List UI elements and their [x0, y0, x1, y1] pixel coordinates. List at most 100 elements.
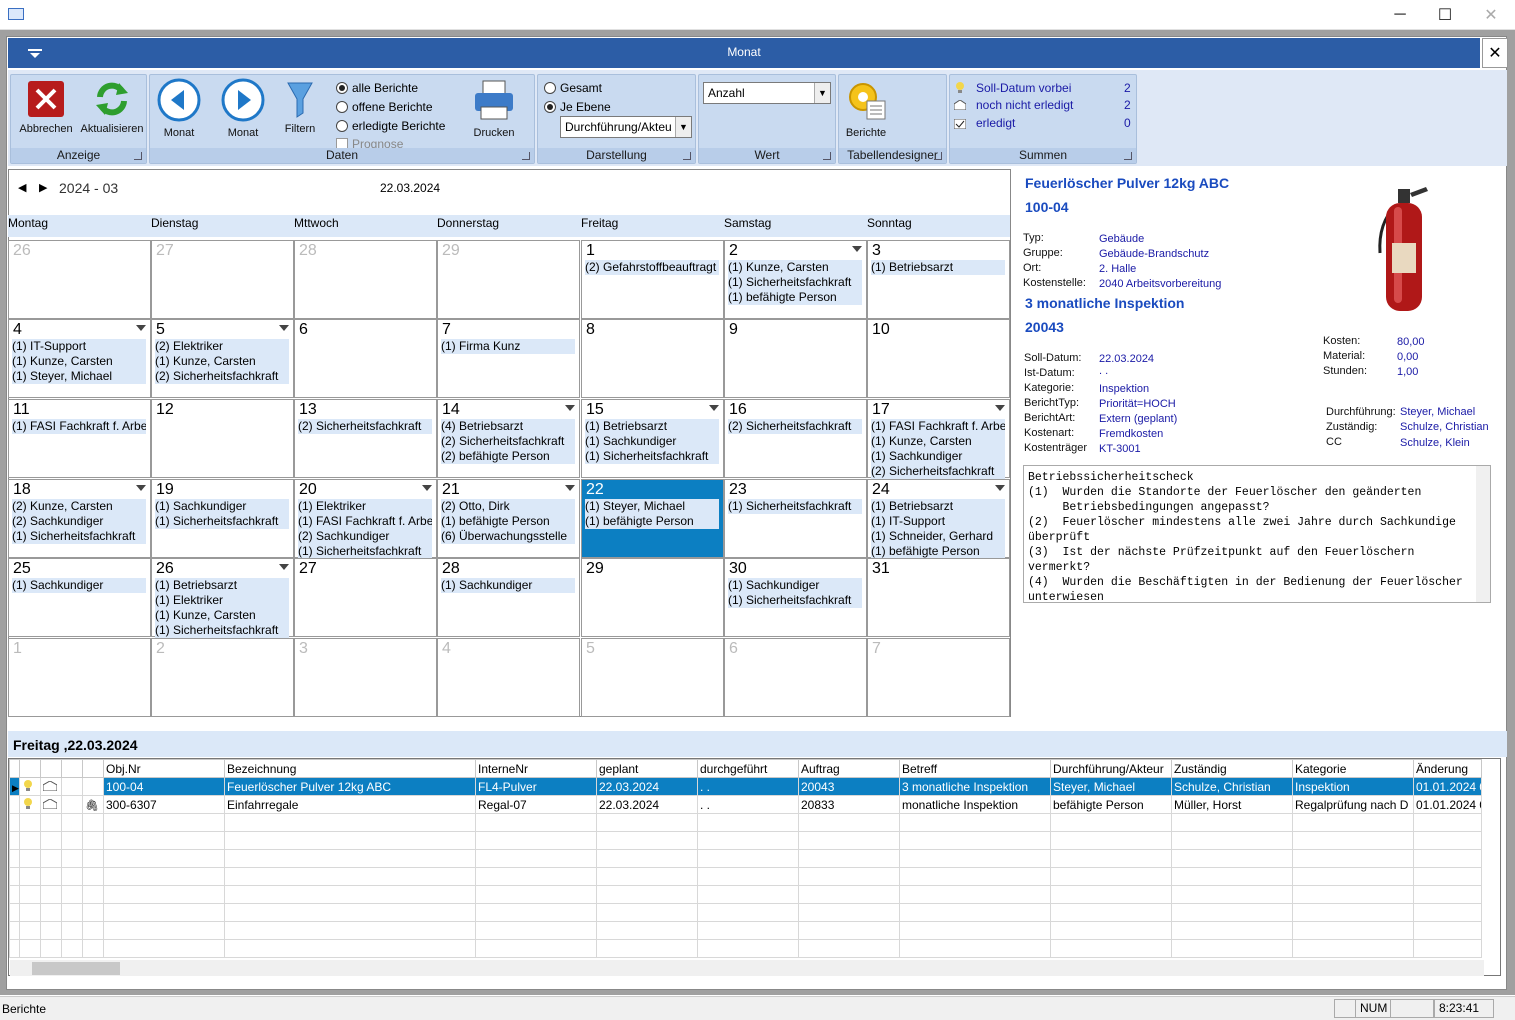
column-header[interactable]: Betreff [899, 759, 1051, 778]
chevron-down-icon[interactable] [422, 485, 432, 491]
table-row[interactable] [9, 813, 1482, 832]
dialog-launcher-icon[interactable] [934, 152, 942, 160]
refresh-button[interactable]: Aktualisieren [77, 79, 147, 135]
calendar-event[interactable]: (2) Sicherheitsfachkraft [871, 464, 1005, 479]
calendar-event[interactable]: (1) Kunze, Carsten [155, 608, 289, 623]
calendar-event[interactable]: (1) Steyer, Michael [585, 499, 719, 514]
chevron-down-icon[interactable] [279, 564, 289, 570]
calendar-event[interactable]: (2) Kunze, Carsten [12, 499, 146, 514]
calendar-event[interactable]: (1) Kunze, Carsten [728, 260, 862, 275]
column-header[interactable]: geplant [596, 759, 698, 778]
minimize-button[interactable]: ─ [1377, 0, 1423, 30]
calendar-event[interactable]: (1) Betriebsarzt [871, 260, 1005, 275]
calendar-day-cell[interactable]: 18 (2) Kunze, Carsten (2) Sachkundiger (1) … [8, 479, 151, 558]
dialog-launcher-icon[interactable] [522, 152, 530, 160]
calendar-event[interactable]: (1) Sicherheitsfachkraft [728, 275, 862, 290]
calendar-day-cell[interactable]: 15 (1) Betriebsarzt (1) Sachkundiger (1) Si… [581, 399, 724, 478]
calendar-day-cell[interactable]: 31 [867, 558, 1010, 637]
calendar-event[interactable]: (1) Firma Kunz [441, 339, 575, 354]
calendar-event[interactable]: (1) befähigte Person [585, 514, 719, 529]
calendar-event[interactable]: (2) Sachkundiger [12, 514, 146, 529]
calendar-event[interactable]: (2) Gefahrstoffbeauftragt [585, 260, 719, 275]
calendar-day-cell[interactable]: 1 [8, 638, 151, 717]
calendar-event[interactable]: (2) Otto, Dirk [441, 499, 575, 514]
calendar-event[interactable]: (1) Sachkundiger [871, 449, 1005, 464]
calendar-day-cell[interactable]: 27 [294, 558, 437, 637]
calendar-event[interactable]: (1) Kunze, Carsten [871, 434, 1005, 449]
chevron-down-icon[interactable] [565, 485, 575, 491]
calendar-event[interactable]: (1) Sachkundiger [585, 434, 719, 449]
close-button[interactable]: ✕ [1468, 0, 1514, 30]
table-row[interactable]: 🖇 300-6307 Einfahrregale Regal-07 22.03.2024… [9, 795, 1482, 814]
calendar-event[interactable]: (1) IT-Support [871, 514, 1005, 529]
summen-open-label[interactable]: noch nicht erledigt [976, 98, 1073, 112]
prev-month-button[interactable]: Monat [154, 77, 204, 139]
column-header[interactable]: InterneNr [475, 759, 597, 778]
calendar-event[interactable]: (2) Sicherheitsfachkraft [155, 369, 289, 384]
calendar-event[interactable]: (1) Sicherheitsfachkraft [728, 593, 862, 608]
chevron-down-icon[interactable] [852, 246, 862, 252]
calendar-event[interactable]: (1) Sicherheitsfachkraft [155, 514, 289, 529]
calendar-day-cell[interactable]: 6 [724, 638, 867, 717]
calendar-event[interactable]: (2) Sicherheitsfachkraft [728, 419, 862, 434]
column-header[interactable]: Obj.Nr [103, 759, 225, 778]
table-row[interactable] [9, 831, 1482, 850]
calendar-day-cell[interactable]: 27 [151, 240, 294, 319]
calendar-day-cell[interactable]: 20 (1) Elektriker (1) FASI Fachkraft f. Ar… [294, 479, 437, 559]
chevron-down-icon[interactable] [565, 405, 575, 411]
calendar-day-cell[interactable]: 14 (4) Betriebsarzt (2) Sicherheitsfachkra… [437, 399, 580, 478]
scrollbar-thumb[interactable] [32, 962, 120, 975]
calendar-event[interactable]: (2) Elektriker [155, 339, 289, 354]
dialog-launcher-icon[interactable] [1124, 152, 1132, 160]
next-month-button[interactable]: Monat [218, 77, 268, 139]
calendar-day-cell[interactable]: 5 (2) Elektriker (1) Kunze, Carsten (2) Sic… [151, 319, 294, 398]
dialog-launcher-icon[interactable] [823, 152, 831, 160]
filter-button[interactable]: Filtern [278, 79, 322, 135]
calendar-event[interactable]: (1) FASI Fachkraft f. Arbei [871, 419, 1005, 434]
chevron-down-icon[interactable] [279, 325, 289, 331]
calendar-event[interactable]: (1) Elektriker [155, 593, 289, 608]
notes-textarea[interactable]: Betriebssicherheitscheck (1) Wurden die … [1023, 465, 1491, 603]
table-row[interactable] [9, 849, 1482, 868]
column-header[interactable]: Durchführung/Akteur [1050, 759, 1172, 778]
chevron-down-icon[interactable] [995, 485, 1005, 491]
calendar-event[interactable]: (1) Kunze, Carsten [155, 354, 289, 369]
berichte-button[interactable]: Berichte [843, 77, 889, 139]
calendar-day-cell[interactable]: 29 [437, 240, 580, 319]
calendar-event[interactable]: (1) Sachkundiger [441, 578, 575, 593]
column-header[interactable]: Zuständig [1171, 759, 1293, 778]
calendar-day-cell[interactable]: 26 (1) Betriebsarzt (1) Elektriker (1) Kunz… [151, 558, 294, 638]
table-row[interactable] [9, 939, 1482, 958]
calendar-event[interactable]: (1) Sicherheitsfachkraft [728, 499, 862, 514]
calendar-day-cell[interactable]: 7 (1) Firma Kunz [437, 319, 580, 398]
calendar-event[interactable]: (1) IT-Support [12, 339, 146, 354]
calendar-event[interactable]: (1) Sicherheitsfachkraft [12, 529, 146, 544]
calendar-day-cell[interactable]: 25 (1) Sachkundiger [8, 558, 151, 637]
radio-gesamt[interactable]: Gesamt [544, 81, 602, 95]
calendar-day-cell[interactable]: 22 (1) Steyer, Michael (1) befähigte Perso… [581, 479, 724, 558]
calendar-event[interactable]: (2) Sicherheitsfachkraft [298, 419, 432, 434]
calendar-event[interactable]: (1) Sachkundiger [12, 578, 146, 593]
calendar-day-cell[interactable]: 6 [294, 319, 437, 398]
calendar-event[interactable]: (2) Sicherheitsfachkraft [441, 434, 575, 449]
summen-overdue-label[interactable]: Soll-Datum vorbei [976, 81, 1071, 95]
darstellung-select[interactable]: Durchführung/Akteu ▼ [560, 116, 692, 138]
calendar-event[interactable]: (1) Sachkundiger [155, 499, 289, 514]
calendar-day-cell[interactable]: 19 (1) Sachkundiger (1) Sicherheitsfachkra… [151, 479, 294, 558]
mdi-close-button[interactable]: ✕ [1482, 38, 1508, 68]
calendar-event[interactable]: (1) Schneider, Gerhard [871, 529, 1005, 544]
calendar-day-cell[interactable]: 10 [867, 319, 1010, 398]
calendar-event[interactable]: (1) Sicherheitsfachkraft [155, 623, 289, 638]
cancel-button[interactable]: Abbrechen [17, 79, 75, 135]
calendar-event[interactable]: (1) FASI Fachkraft f. Arbei [12, 419, 146, 434]
column-header[interactable]: Bezeichnung [224, 759, 476, 778]
wert-select[interactable]: Anzahl ▼ [703, 82, 831, 104]
calendar-event[interactable]: (1) Betriebsarzt [871, 499, 1005, 514]
menu-dropdown-icon[interactable] [28, 48, 42, 58]
radio-done-reports[interactable]: erledigte Berichte [336, 119, 445, 133]
table-row[interactable] [9, 921, 1482, 940]
table-row[interactable] [9, 867, 1482, 886]
calendar-day-cell[interactable]: 3 [294, 638, 437, 717]
calendar-event[interactable]: (1) Kunze, Carsten [12, 354, 146, 369]
calendar-day-cell[interactable]: 7 [867, 638, 1010, 717]
